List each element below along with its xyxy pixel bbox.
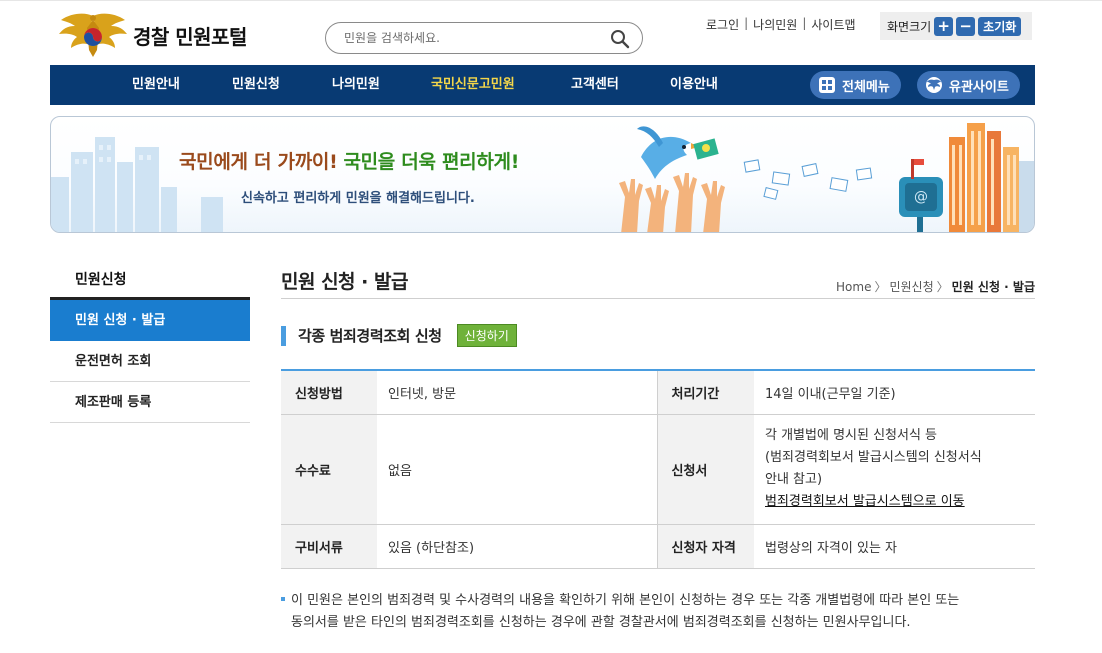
font-increase-button[interactable]: + (934, 16, 954, 36)
method-value: 인터넷, 방문 (377, 370, 658, 415)
bullet-icon (281, 596, 285, 601)
police-emblem-icon (59, 13, 127, 57)
utility-links: 로그인 | 나의민원 | 사이트맵 (706, 16, 856, 33)
nav-item-epeople[interactable]: 국민신문고민원 (431, 65, 515, 105)
title-divider (281, 298, 1035, 299)
all-menu-label: 전체메뉴 (842, 79, 890, 95)
breadcrumb-home[interactable]: Home (836, 280, 871, 294)
nav-item-customer-center[interactable]: 고객센터 (571, 65, 619, 105)
form-line: 각 개별법에 명시된 신청서식 등 (765, 428, 938, 443)
related-sites-button[interactable]: 유관사이트 (917, 71, 1020, 99)
banner-subtitle: 신속하고 편리하게 민원을 해결해드립니다. (241, 191, 475, 206)
all-menu-button[interactable]: 전체메뉴 (810, 71, 901, 99)
method-label: 신청방법 (281, 370, 377, 415)
search-input[interactable] (344, 29, 594, 47)
form-line: (범죄경력회보서 발급시스템의 신청서식 (765, 450, 982, 465)
period-label: 처리기간 (657, 370, 754, 415)
breadcrumb-separator: 〉 (936, 280, 949, 294)
banner-title-part1: 국민에게 더 가까이! (179, 151, 338, 173)
sidebar-title: 민원신청 (75, 272, 127, 288)
breadcrumb: Home 〉 민원신청 〉 민원 신청 · 발급 (836, 278, 1035, 295)
form-line: 안내 참고) (765, 472, 823, 487)
banner-title-part2: 국민을 더욱 편리하게! (343, 151, 520, 173)
form-label: 신청서 (657, 414, 754, 525)
nav-item-guide[interactable]: 민원안내 (132, 65, 180, 105)
table-row: 수수료 없음 신청서 각 개별법에 명시된 신청서식 등 (범죄경력회보서 발급… (281, 414, 1035, 525)
apply-button[interactable]: 신청하기 (456, 324, 517, 347)
menu-grid-icon (819, 77, 835, 93)
main-nav: 민원안내 민원신청 나의민원 국민신문고민원 고객센터 이용안내 전체메뉴 유관… (50, 65, 1035, 105)
section-title: 각종 범죄경력조회 신청 (298, 327, 442, 345)
my-civil-link[interactable]: 나의민원 (753, 16, 797, 33)
note-line-1: 이 민원은 본인의 범죄경력 및 수사경력의 내용을 확인하기 위해 본인이 신… (291, 593, 960, 608)
banner-illustration: @ (51, 123, 1034, 232)
record-system-link[interactable]: 범죄경력회보서 발급시스템으로 이동 (765, 494, 965, 509)
font-size-control: 화면크기 + − 초기화 (880, 12, 1032, 40)
top-rule (0, 0, 1102, 1)
note-line-2: 동의서를 받은 타인의 범죄경력조회를 신청하는 경우에 관할 경찰관서에 범죄… (291, 615, 911, 630)
banner-title: 국민에게 더 가까이! 국민을 더욱 편리하게! (179, 147, 519, 174)
logo-text: 경찰 민원포털 (133, 24, 247, 49)
font-reset-button[interactable]: 초기화 (978, 16, 1022, 36)
search-box (325, 22, 643, 54)
sidebar-item-apply-issue[interactable]: 민원 신청 · 발급 (50, 300, 250, 341)
related-sites-label: 유관사이트 (949, 79, 1009, 95)
docs-value: 있음 (하단참조) (377, 524, 658, 569)
info-table: 신청방법 인터넷, 방문 처리기간 14일 이내(근무일 기준) 수수료 없음 … (281, 369, 1035, 569)
hero-banner: @ 국민에게 더 가까이! 국민을 더욱 편리하게! 신속하고 편리하게 민원을 … (50, 116, 1035, 233)
font-decrease-button[interactable]: − (956, 16, 976, 36)
nav-item-my-civil[interactable]: 나의민원 (332, 65, 380, 105)
sidebar-item-manufacture-register[interactable]: 제조판매 등록 (50, 382, 250, 423)
qualification-label: 신청자 자격 (657, 524, 754, 569)
table-row: 구비서류 있음 (하단참조) 신청자 자격 법령상의 자격이 있는 자 (281, 524, 1035, 569)
fee-label: 수수료 (281, 414, 377, 525)
table-row: 신청방법 인터넷, 방문 처리기간 14일 이내(근무일 기준) (281, 370, 1035, 415)
breadcrumb-separator: 〉 (874, 280, 887, 294)
font-size-label: 화면크기 (887, 19, 932, 34)
nav-item-usage-guide[interactable]: 이용안내 (670, 65, 718, 105)
util-separator: | (802, 16, 807, 30)
sidebar-menu: 민원 신청 · 발급 운전면허 조회 제조판매 등록 (50, 297, 250, 423)
util-separator: | (744, 16, 749, 30)
page-title: 민원 신청 · 발급 (281, 271, 408, 293)
period-value: 14일 이내(근무일 기준) (754, 370, 1035, 415)
sitemap-link[interactable]: 사이트맵 (811, 16, 855, 33)
form-value: 각 개별법에 명시된 신청서식 등 (범죄경력회보서 발급시스템의 신청서식 안… (754, 414, 1035, 525)
site-logo[interactable]: 경찰 민원포털 (55, 10, 247, 60)
police-badge-icon (926, 77, 942, 93)
breadcrumb-apply[interactable]: 민원신청 (889, 280, 933, 294)
breadcrumb-current: 민원 신청 · 발급 (951, 280, 1035, 294)
section-marker (281, 325, 286, 346)
svg-text:@: @ (914, 189, 928, 205)
login-link[interactable]: 로그인 (706, 16, 739, 33)
fee-value: 없음 (377, 414, 658, 525)
docs-label: 구비서류 (281, 524, 377, 569)
nav-item-apply[interactable]: 민원신청 (232, 65, 280, 105)
description-note: 이 민원은 본인의 범죄경력 및 수사경력의 내용을 확인하기 위해 본인이 신… (281, 590, 1035, 634)
search-icon[interactable] (610, 29, 630, 49)
section-header: 각종 범죄경력조회 신청 신청하기 (281, 324, 517, 347)
qualification-value: 법령상의 자격이 있는 자 (754, 524, 1035, 569)
sidebar-item-license-check[interactable]: 운전면허 조회 (50, 341, 250, 382)
